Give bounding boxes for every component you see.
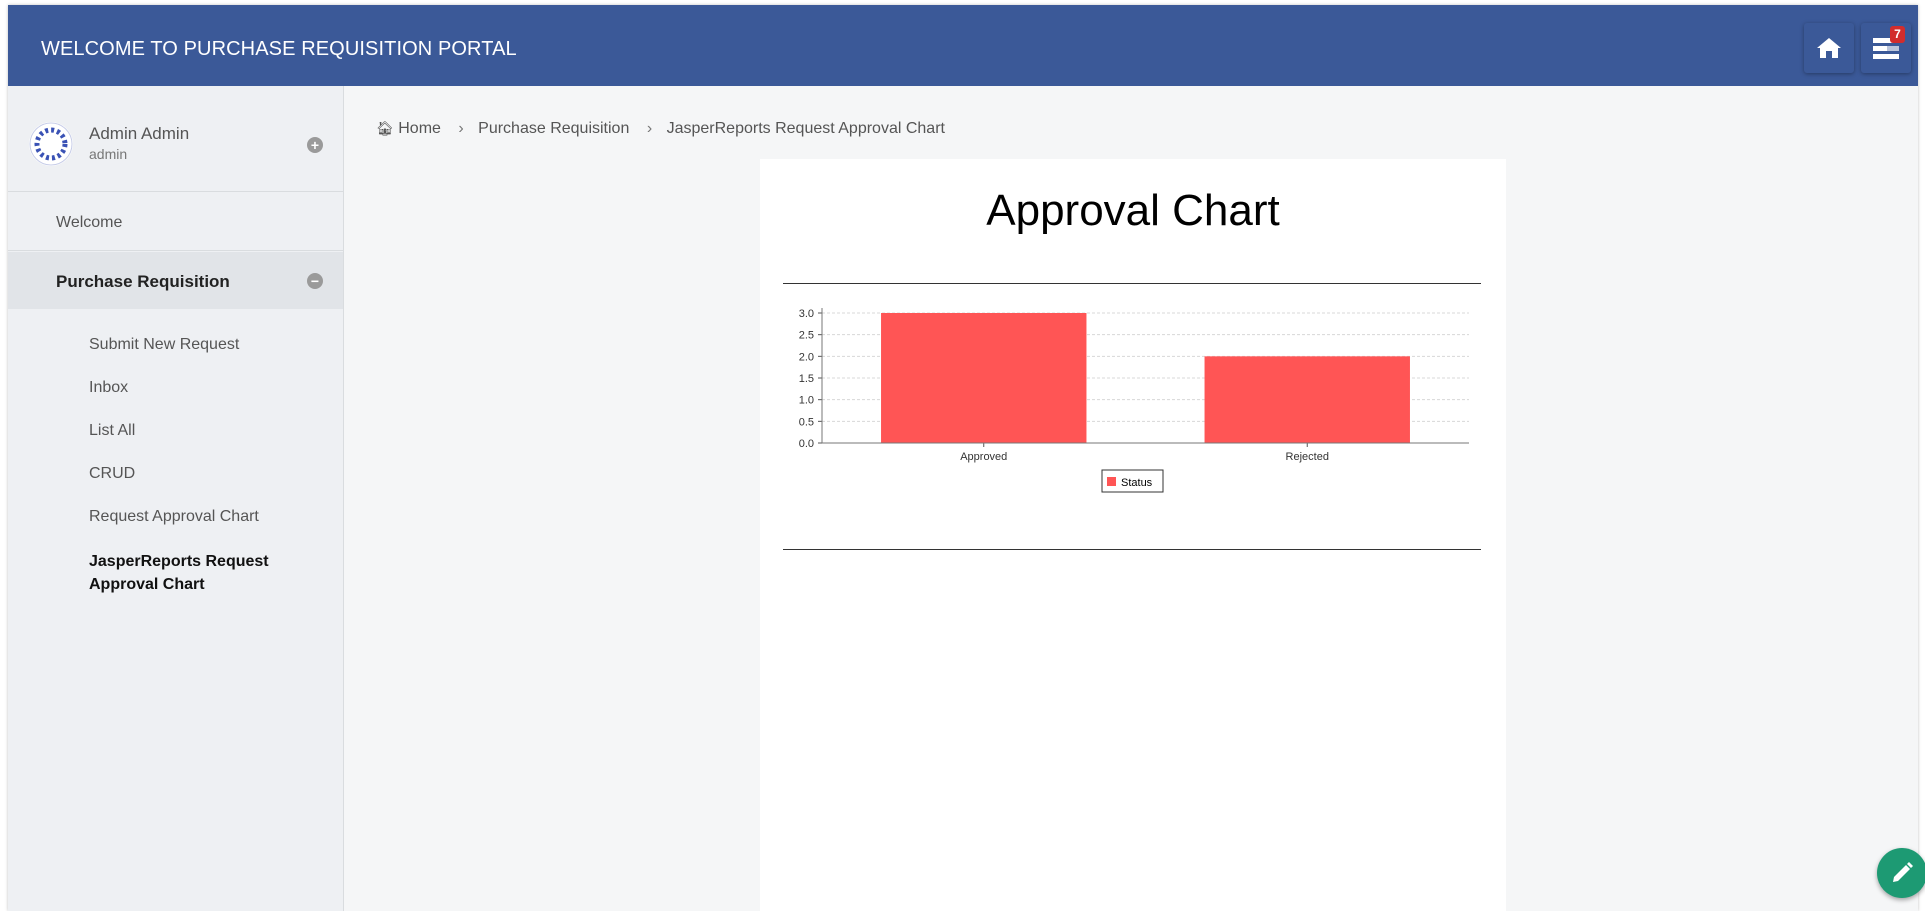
nav-item-welcome-label: Welcome [56,214,123,231]
chevron-right-icon: › [646,120,653,137]
breadcrumb-section[interactable]: Purchase Requisition [478,120,629,137]
bar [881,313,1087,443]
portal-title: WELCOME TO PURCHASE REQUISITION PORTAL [41,38,517,60]
x-tick-label: Approved [960,451,1007,463]
nav-item-list-all[interactable]: List All [89,422,135,440]
chevron-right-icon: › [458,120,464,137]
edit-button[interactable] [1877,848,1925,898]
y-tick-label: 0.5 [799,416,814,428]
top-bar: WELCOME TO PURCHASE REQUISITION PORTAL 7 [8,5,1918,86]
user-expand-button[interactable]: + [307,137,323,153]
breadcrumb-current: JasperReports Request Approval Chart [666,120,945,137]
nav-item-request-approval-chart[interactable]: Request Approval Chart [89,508,259,526]
tasks-button[interactable]: 7 [1861,23,1911,73]
sidebar: Admin Admin admin + Welcome Purchase Req… [8,86,344,911]
breadcrumb: 🏠︎ Home › Purchase Requisition › JasperR… [376,120,945,138]
report-viewer: Approval Chart 0.0 0.5 1.0 1.5 2.0 2.5 3.0 App… [760,159,1506,911]
home-button[interactable] [1804,23,1854,73]
nav-item-jasperreports-request-approval-chart[interactable]: JasperReports Request Approval Chart [89,550,319,596]
app-window: WELCOME TO PURCHASE REQUISITION PORTAL 7 [8,5,1918,911]
y-tick-label: 1.5 [799,373,814,385]
x-tick-label: Rejected [1286,451,1329,463]
y-tick-label: 0.0 [799,438,814,450]
bar-chart: 0.0 0.5 1.0 1.5 2.0 2.5 3.0 Approved Rejected S… [799,308,1469,493]
nav-item-inbox[interactable]: Inbox [89,379,128,397]
pencil-icon [1893,862,1913,882]
y-tick-label: 3.0 [799,308,814,320]
nav-item-welcome[interactable]: Welcome [8,192,343,251]
y-tick-label: 2.5 [799,330,814,342]
legend-swatch [1107,477,1116,486]
title-divider [783,283,1481,284]
notification-badge: 7 [1890,26,1905,43]
bar [1204,356,1410,443]
breadcrumb-home[interactable]: Home [398,120,441,137]
chart-divider [783,549,1481,550]
plus-icon: + [310,137,320,153]
nav-item-crud[interactable]: CRUD [89,465,135,483]
minus-icon: − [310,273,320,289]
home-icon [1817,38,1841,58]
y-tick-label: 2.0 [799,351,814,363]
main-content: 🏠︎ Home › Purchase Requisition › JasperR… [344,86,1918,911]
home-crumb-icon: 🏠︎ [376,120,394,136]
user-name: Admin Admin [89,124,190,143]
user-panel: Admin Admin admin + [8,86,343,192]
report-title: Approval Chart [986,186,1280,235]
collapse-button[interactable]: − [307,273,323,289]
nav-item-submit-new-request[interactable]: Submit New Request [89,336,239,354]
user-login: admin [89,146,128,162]
legend-label: Status [1121,477,1153,489]
nav-group-label: Purchase Requisition [56,272,230,291]
nav-group-purchase-requisition[interactable]: Purchase Requisition − [8,252,343,309]
avatar-image [29,122,73,166]
avatar[interactable] [29,122,73,166]
y-tick-label: 1.0 [799,395,814,407]
